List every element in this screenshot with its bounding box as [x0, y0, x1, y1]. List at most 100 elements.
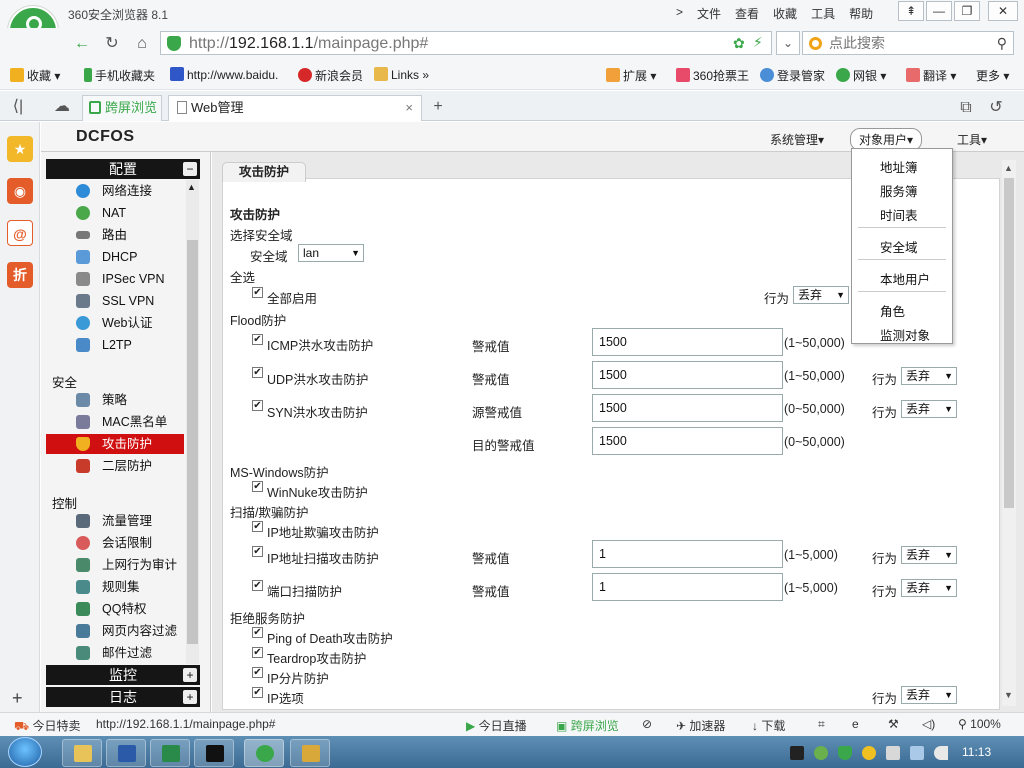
nav-item-dhcp[interactable]: DHCP	[76, 247, 184, 267]
address-dropdown-icon[interactable]: ⌄	[776, 31, 800, 55]
search-input[interactable]	[829, 34, 989, 52]
collapse-icon[interactable]: −	[183, 162, 197, 176]
search-icon[interactable]: ⚲	[997, 35, 1007, 52]
taskbar-clock[interactable]: 11:13	[962, 745, 991, 759]
status-daily-sale[interactable]: ⛟ 今日特卖	[14, 717, 80, 735]
nav-item-l2tp[interactable]: L2TP	[76, 335, 184, 355]
tray-360-icon[interactable]	[814, 746, 828, 760]
taskbar-browser[interactable]	[244, 739, 284, 767]
nav-item-traffic[interactable]: 流量管理	[76, 511, 184, 531]
ip-scan-action-select[interactable]: 丢弃 ▼	[901, 546, 957, 564]
nav-item-ipsec-vpn[interactable]: IPSec VPN	[76, 269, 184, 289]
dropdown-item-service-book[interactable]: 服务簿	[880, 181, 918, 200]
ip-option-checkbox[interactable]: ✔	[252, 687, 263, 698]
bookmark-baidu[interactable]: http://www.baidu.	[170, 67, 278, 82]
bookmark-favorites[interactable]: 收藏 ▾	[10, 67, 60, 84]
dropdown-item-monitor-object[interactable]: 监测对象	[880, 325, 930, 344]
nav-item-network[interactable]: 网络连接	[76, 181, 184, 201]
nav-section-monitor[interactable]: 监控 +	[46, 665, 200, 685]
undo-close-icon[interactable]: ↺	[984, 96, 1008, 120]
taskbar-cmd[interactable]	[194, 739, 234, 767]
nav-item-ruleset[interactable]: 规则集	[76, 577, 184, 597]
content-scroll-down-icon[interactable]: ▼	[1004, 690, 1013, 700]
taskbar-explorer[interactable]	[62, 739, 102, 767]
icmp-checkbox[interactable]: ✔	[252, 334, 263, 345]
dropdown-item-role[interactable]: 角色	[880, 301, 905, 320]
status-accelerator[interactable]: ✈ 加速器	[676, 717, 725, 734]
nav-scroll-up-icon[interactable]: ▲	[187, 182, 196, 192]
bookmark-ticket[interactable]: 360抢票王	[676, 67, 749, 84]
add-sidebar-icon[interactable]: +	[12, 688, 23, 709]
pin-icon[interactable]: ⇞	[898, 1, 924, 21]
icmp-threshold-input[interactable]: 1500	[592, 328, 783, 356]
nav-item-layer2[interactable]: 二层防护	[76, 456, 184, 476]
panel-tab[interactable]: 攻击防护	[222, 162, 306, 182]
status-volume-icon[interactable]: ◁)	[922, 717, 935, 731]
nav-item-qq[interactable]: QQ特权	[76, 599, 184, 619]
menu-favorites[interactable]: 收藏	[773, 5, 797, 22]
syn-checkbox[interactable]: ✔	[252, 400, 263, 411]
tray-qq-icon[interactable]	[862, 746, 876, 760]
nav-item-ssl-vpn[interactable]: SSL VPN	[76, 291, 184, 311]
menu-file[interactable]: 文件	[697, 5, 721, 22]
address-url[interactable]: http://192.168.1.1/mainpage.php#	[189, 35, 428, 53]
dropdown-item-address-book[interactable]: 地址簿	[880, 157, 918, 176]
udp-threshold-input[interactable]: 1500	[592, 361, 783, 389]
mail-icon[interactable]: @	[7, 220, 33, 246]
status-tools-icon[interactable]: ⚒	[888, 717, 899, 731]
minimize-button[interactable]: —	[926, 1, 952, 21]
nav-scroll-thumb[interactable]	[187, 240, 198, 644]
enable-all-checkbox[interactable]: ✔	[252, 287, 263, 298]
back-icon[interactable]: ←	[70, 32, 94, 56]
zone-select[interactable]: lan ▼	[298, 244, 364, 262]
tray-volume-icon[interactable]	[934, 746, 948, 760]
menu-system-management[interactable]: 系统管理▾	[770, 131, 824, 148]
winnuke-checkbox[interactable]: ✔	[252, 481, 263, 492]
content-scroll-up-icon[interactable]: ▲	[1004, 163, 1013, 173]
nav-item-attack-protection[interactable]: 攻击防护	[46, 434, 184, 454]
nav-item-behavior-audit[interactable]: 上网行为审计	[76, 555, 184, 575]
bookmark-links[interactable]: Links »	[374, 67, 429, 82]
menu-chevron-icon[interactable]: >	[676, 5, 683, 22]
action-select[interactable]: 丢弃 ▼	[793, 286, 849, 304]
nav-item-web-filter[interactable]: 网页内容过滤	[76, 621, 184, 641]
status-zoom[interactable]: ⚲ 100%	[958, 717, 1001, 731]
status-cross-screen[interactable]: ▣ 跨屏浏览	[556, 717, 619, 734]
syn-action-select[interactable]: 丢弃 ▼	[901, 400, 957, 418]
taskbar-excel[interactable]	[150, 739, 190, 767]
ip-scan-threshold-input[interactable]: 1	[592, 540, 783, 568]
syn-dest-threshold-input[interactable]: 1500	[592, 427, 783, 455]
home-icon[interactable]: ⌂	[130, 32, 154, 56]
port-scan-action-select[interactable]: 丢弃 ▼	[901, 579, 957, 597]
ping-of-death-checkbox[interactable]: ✔	[252, 627, 263, 638]
nav-item-nat[interactable]: NAT	[76, 203, 184, 223]
bookmark-bank[interactable]: 网银 ▾	[836, 67, 886, 84]
taskbar-app[interactable]	[290, 739, 330, 767]
status-speed-icon[interactable]: ⊘	[642, 717, 652, 731]
nav-section-log[interactable]: 日志 +	[46, 687, 200, 707]
maximize-button[interactable]: ❐	[954, 1, 980, 21]
content-scroll-thumb[interactable]	[1004, 178, 1014, 508]
status-crop-icon[interactable]: ⌗	[818, 717, 825, 732]
taskbar-word[interactable]	[106, 739, 146, 767]
dropdown-item-security-zone[interactable]: 安全域	[880, 237, 918, 256]
ip-spoof-checkbox[interactable]: ✔	[252, 521, 263, 532]
bookmark-extensions[interactable]: 扩展 ▾	[606, 67, 656, 84]
weibo-icon[interactable]: ◉	[7, 178, 33, 204]
nav-item-mac-blacklist[interactable]: MAC黑名单	[76, 412, 184, 432]
menu-view[interactable]: 查看	[735, 5, 759, 22]
sync-icon[interactable]: ✿	[733, 35, 745, 52]
ip-fragment-checkbox[interactable]: ✔	[252, 667, 263, 678]
nav-item-web-auth[interactable]: Web认证	[76, 313, 184, 333]
favorites-star-icon[interactable]: ★	[7, 136, 33, 162]
cloud-icon[interactable]: ☁	[50, 95, 74, 119]
close-button[interactable]: ✕	[988, 1, 1018, 21]
search-box[interactable]: ⚲	[802, 31, 1014, 55]
bookmark-sina[interactable]: 新浪会员	[298, 67, 363, 84]
tab-cross-screen[interactable]: 跨屏浏览	[82, 95, 162, 121]
tray-network-icon[interactable]	[910, 746, 924, 760]
ip-option-action-select[interactable]: 丢弃 ▼	[901, 686, 957, 704]
nav-item-route[interactable]: 路由	[76, 225, 184, 245]
discount-icon[interactable]: 折	[7, 262, 33, 288]
menu-tools[interactable]: 工具▾	[957, 131, 987, 148]
